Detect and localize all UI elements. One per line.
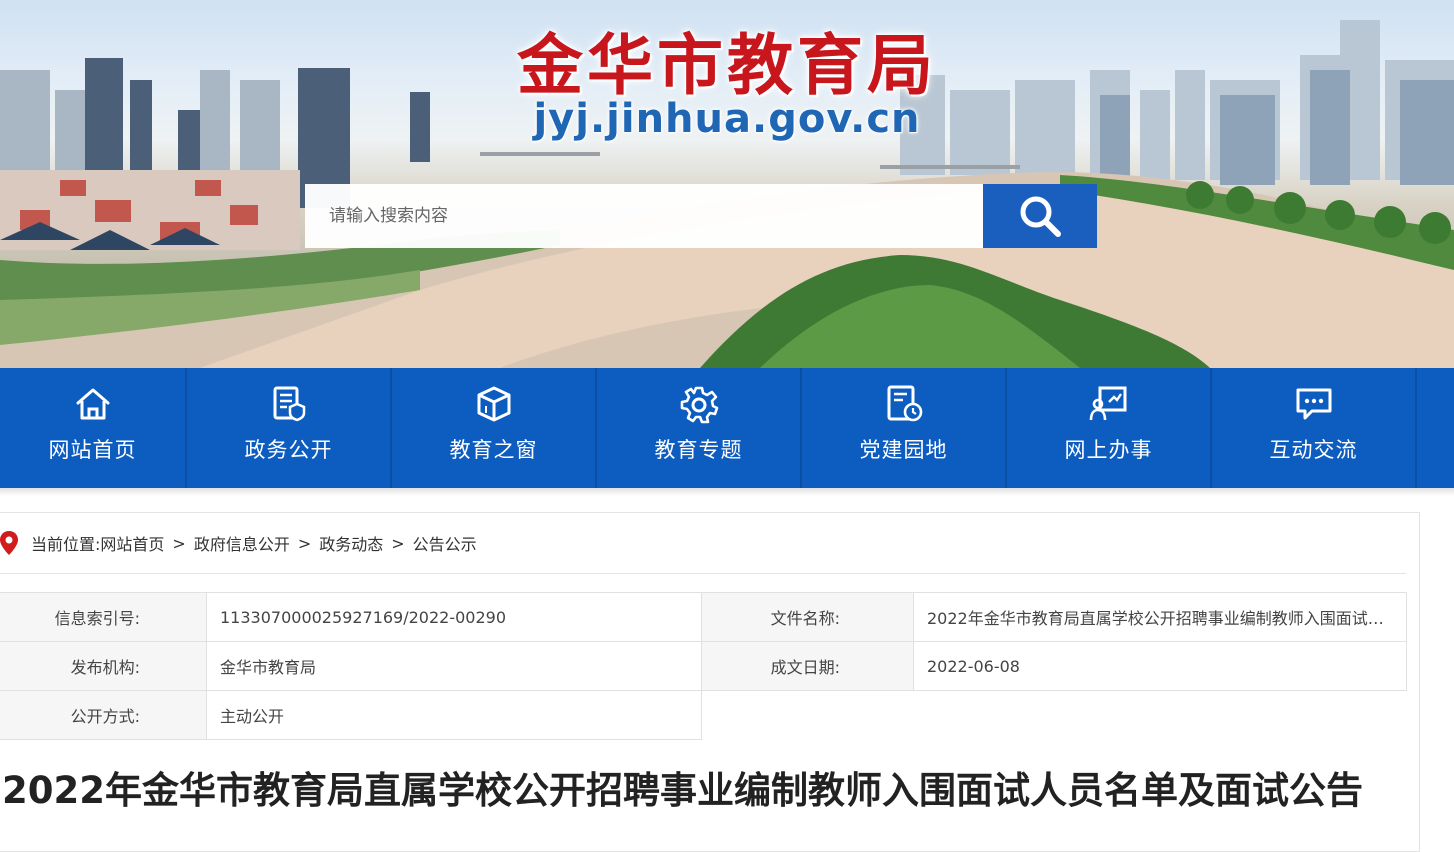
chat-bubble-icon [1296, 388, 1331, 420]
search-input[interactable] [305, 184, 983, 248]
filename-value: 2022年金华市教育局直属学校公开招聘事业编制教师入围面试人员名单及面试公告 [927, 609, 1397, 628]
nav-item-label: 网上办事 [1064, 438, 1153, 462]
location-pin-icon [0, 531, 18, 555]
publisher-value: 金华市教育局 [206, 641, 702, 691]
document-shield-icon [273, 386, 305, 422]
site-domain: jyj.jinhua.gov.cn [533, 96, 921, 142]
nav-item-label: 互动交流 [1269, 438, 1358, 462]
filename-label: 文件名称: [701, 592, 914, 642]
breadcrumb-gov-news[interactable]: 政务动态 [319, 531, 383, 555]
box-icon [477, 386, 510, 422]
info-table: 信息索引号: 113307000025927169/2022-00290 文件名… [0, 592, 1407, 740]
publisher-label: 发布机构: [0, 641, 207, 691]
nav-item-label: 教育之窗 [449, 438, 538, 462]
breadcrumb-separator: > [391, 533, 405, 553]
nav-item-interaction[interactable]: 互动交流 [1212, 368, 1417, 488]
nav-item-label: 网站首页 [48, 438, 137, 462]
breadcrumb-separator: > [297, 533, 312, 553]
nav-item-party-building[interactable]: 党建园地 [802, 368, 1007, 488]
nav-filler [1417, 368, 1454, 488]
index-value: 113307000025927169/2022-00290 [206, 592, 702, 642]
nav-shadow [0, 488, 1454, 496]
nav-item-label: 教育专题 [654, 438, 743, 462]
date-label: 成文日期: [701, 641, 914, 691]
empty-cell [701, 690, 1407, 740]
breadcrumb-separator: > [172, 533, 186, 553]
search-button[interactable] [983, 184, 1097, 248]
breadcrumb-prefix: 当前位置: [31, 535, 101, 554]
article-title: 2022年金华市教育局直属学校公开招聘事业编制教师入围面试人员名单及面试公告 [2, 769, 1363, 812]
breadcrumb-gov-info[interactable]: 政府信息公开 [194, 531, 290, 555]
nav-item-label: 政务公开 [244, 438, 333, 462]
presentation-user-icon [1089, 386, 1126, 421]
breadcrumb: 当前位置: 网站首页 > 政府信息公开 > 政务动态 > 公告公示 [0, 513, 1406, 574]
clipboard-clock-icon [887, 385, 922, 422]
nav-item-label: 党建园地 [859, 438, 948, 462]
nav-item-gov-affairs[interactable]: 政务公开 [187, 368, 392, 488]
site-title: 金华市教育局 [517, 27, 937, 104]
gear-icon [680, 386, 718, 424]
index-label: 信息索引号: [0, 592, 207, 642]
home-icon [76, 388, 109, 420]
mode-label: 公开方式: [0, 690, 207, 740]
breadcrumb-home[interactable]: 网站首页 [100, 531, 164, 555]
nav-item-online-services[interactable]: 网上办事 [1007, 368, 1212, 488]
nav-item-education-window[interactable]: 教育之窗 [392, 368, 597, 488]
header-banner: 金华市教育局 jyj.jinhua.gov.cn [0, 0, 1454, 368]
filename-cell: 2022年金华市教育局直属学校公开招聘事业编制教师入围面试人员名单及面试公告 [913, 592, 1407, 642]
main-nav: 网站首页 政务公开 教育之窗 教育专题 党建园地 网上办事 互动交流 [0, 368, 1454, 488]
search-icon [1020, 196, 1061, 237]
nav-item-education-topics[interactable]: 教育专题 [597, 368, 802, 488]
breadcrumb-notices[interactable]: 公告公示 [413, 531, 477, 555]
date-value: 2022-06-08 [913, 641, 1407, 691]
nav-item-home[interactable]: 网站首页 [0, 368, 187, 488]
mode-value: 主动公开 [206, 690, 702, 740]
